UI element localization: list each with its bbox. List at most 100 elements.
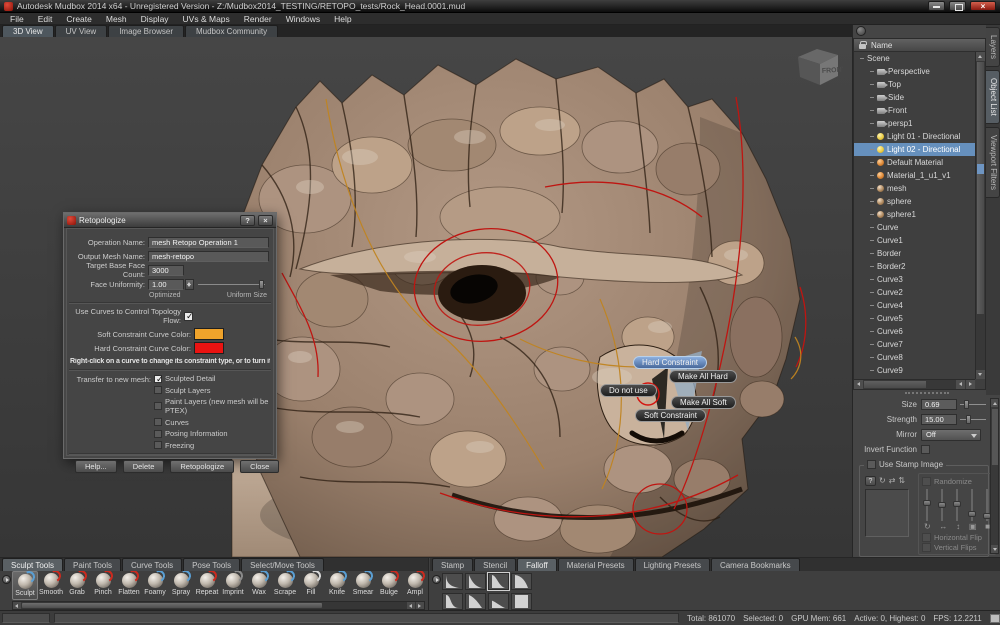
dialog-button[interactable]: Help...	[75, 460, 117, 473]
spinner-stepper[interactable]	[185, 279, 194, 290]
soft-constraint-color-swatch[interactable]	[194, 328, 224, 340]
object-list-item[interactable]: Curve1	[854, 234, 975, 247]
view-tab[interactable]: UV View	[55, 25, 108, 37]
object-list-item[interactable]: Curve6	[854, 325, 975, 338]
strength-input[interactable]: 15.00	[921, 414, 957, 425]
object-list-item[interactable]: Border2	[854, 260, 975, 273]
size-slider[interactable]	[960, 399, 986, 410]
stamp-slider[interactable]	[941, 489, 943, 521]
object-list-item[interactable]: persp1	[854, 117, 975, 130]
viewport-3d[interactable]: FRONT Hard Constraint Make All Hard Do n…	[0, 37, 852, 557]
object-list-hscrollbar[interactable]	[854, 379, 975, 389]
stamp-option-icon[interactable]: ▣	[969, 522, 977, 531]
falloff-preset[interactable]	[465, 573, 486, 590]
dialog-button[interactable]: Delete	[123, 460, 165, 473]
scroll-down-icon[interactable]	[976, 370, 985, 379]
properties-vscrollbar[interactable]	[990, 398, 999, 554]
scroll-down-icon[interactable]	[991, 545, 998, 553]
scroll-right-icon[interactable]	[416, 602, 424, 609]
stamp-option-icon[interactable]: ↔	[939, 522, 947, 531]
object-list-item[interactable]: Curve7	[854, 338, 975, 351]
object-list-item[interactable]: Curve	[854, 221, 975, 234]
tool-button[interactable]: Smooth	[38, 571, 64, 600]
object-list-item[interactable]: Front	[854, 104, 975, 117]
tool-button[interactable]: Repeat	[194, 571, 220, 600]
slider-knob[interactable]	[259, 280, 264, 289]
stamp-image-well[interactable]	[865, 489, 909, 537]
tool-button[interactable]: Knife	[324, 571, 350, 600]
tool-button[interactable]: Spray	[168, 571, 194, 600]
mirror-dropdown[interactable]: Off	[921, 429, 981, 441]
object-list-item[interactable]: Scene	[854, 52, 975, 65]
tool-tray-tab[interactable]: Paint Tools	[64, 558, 121, 571]
invert-function-checkbox[interactable]	[921, 445, 930, 454]
tool-button[interactable]: Ampl	[402, 571, 428, 600]
tool-button[interactable]: Scrape	[272, 571, 298, 600]
preset-tray-tab[interactable]: Camera Bookmarks	[711, 558, 800, 571]
panel-menu-icon[interactable]	[856, 26, 866, 36]
falloff-preset[interactable]	[511, 573, 532, 590]
stamp-slider[interactable]	[986, 489, 988, 521]
object-list-item[interactable]: Border	[854, 247, 975, 260]
object-list-item[interactable]: Curve9	[854, 364, 975, 377]
falloff-preset[interactable]	[488, 573, 509, 590]
minimize-button[interactable]	[928, 1, 945, 11]
view-tab[interactable]: Mudbox Community	[185, 25, 278, 37]
dialog-close-button[interactable]: ×	[258, 215, 273, 226]
scroll-left-icon[interactable]	[407, 602, 415, 609]
size-input[interactable]: 0.69	[921, 399, 957, 410]
preset-tray-tab[interactable]: Lighting Presets	[635, 558, 710, 571]
object-list-item[interactable]: Default Material	[854, 156, 975, 169]
object-list-item[interactable]: Light 02 - Directional	[854, 143, 975, 156]
falloff-preset[interactable]	[511, 593, 532, 610]
preset-tray-tab[interactable]: Material Presets	[558, 558, 634, 571]
tool-button[interactable]: Wax	[246, 571, 272, 600]
object-list-item[interactable]: Curve8	[854, 351, 975, 364]
face-uniformity-slider[interactable]	[198, 279, 265, 290]
tool-button[interactable]: Foamy	[142, 571, 168, 600]
menu-item[interactable]: Display	[134, 13, 176, 25]
tool-button[interactable]: Imprint	[220, 571, 246, 600]
marking-menu-item[interactable]: Make All Hard	[669, 370, 737, 383]
tool-tray-tab[interactable]: Pose Tools	[183, 558, 240, 571]
side-tab[interactable]: Viewport Filters	[986, 127, 1000, 198]
stamp-toolbar-icon[interactable]: ↻	[879, 476, 886, 486]
stamp-toolbar-icon[interactable]: ⇅	[898, 476, 905, 486]
randomize-checkbox[interactable]	[922, 477, 931, 486]
transfer-checkbox[interactable]	[154, 386, 162, 394]
titlebar[interactable]: Autodesk Mudbox 2014 x64 - Unregistered …	[0, 0, 1000, 13]
tool-tray-tab[interactable]: Sculpt Tools	[2, 558, 63, 571]
transfer-checkbox[interactable]	[154, 402, 162, 410]
menu-item[interactable]: Mesh	[99, 13, 134, 25]
menu-item[interactable]: UVs & Maps	[176, 13, 237, 25]
stamp-help-button[interactable]: ?	[865, 476, 876, 486]
use-stamp-image-checkbox[interactable]	[867, 460, 876, 469]
menu-item[interactable]: Create	[59, 13, 99, 25]
tray-expand-icon[interactable]	[2, 575, 11, 584]
stamp-slider[interactable]	[956, 489, 958, 521]
scroll-left-icon[interactable]	[13, 602, 21, 609]
tool-button[interactable]: Smear	[350, 571, 376, 600]
object-list-item[interactable]: Curve2	[854, 286, 975, 299]
close-button[interactable]: ×	[970, 1, 996, 11]
dialog-help-button[interactable]: ?	[240, 215, 255, 226]
tool-tray-tab[interactable]: Select/Move Tools	[241, 558, 324, 571]
object-list-item[interactable]: Light 01 - Directional	[854, 130, 975, 143]
object-list-item[interactable]: Top	[854, 78, 975, 91]
view-tab[interactable]: Image Browser	[108, 25, 184, 37]
scroll-up-icon[interactable]	[976, 52, 985, 61]
object-list-item[interactable]: Curve3	[854, 273, 975, 286]
object-list-item[interactable]: Curve5	[854, 312, 975, 325]
object-list-item[interactable]: sphere1	[854, 208, 975, 221]
hard-constraint-color-swatch[interactable]	[194, 342, 224, 354]
text-input[interactable]: 3000	[148, 265, 184, 276]
status-indicator[interactable]	[990, 614, 1000, 623]
object-list-item[interactable]: Material_1_u1_v1	[854, 169, 975, 182]
scroll-right-icon[interactable]	[966, 380, 975, 389]
stamp-toolbar-icon[interactable]: ⇄	[889, 476, 896, 486]
marking-menu-item[interactable]: Hard Constraint	[633, 356, 707, 369]
vertical-flip-checkbox[interactable]	[922, 543, 931, 552]
use-curves-checkbox[interactable]	[184, 312, 193, 321]
menu-item[interactable]: Windows	[279, 13, 327, 25]
object-list-item[interactable]: Perspective	[854, 65, 975, 78]
